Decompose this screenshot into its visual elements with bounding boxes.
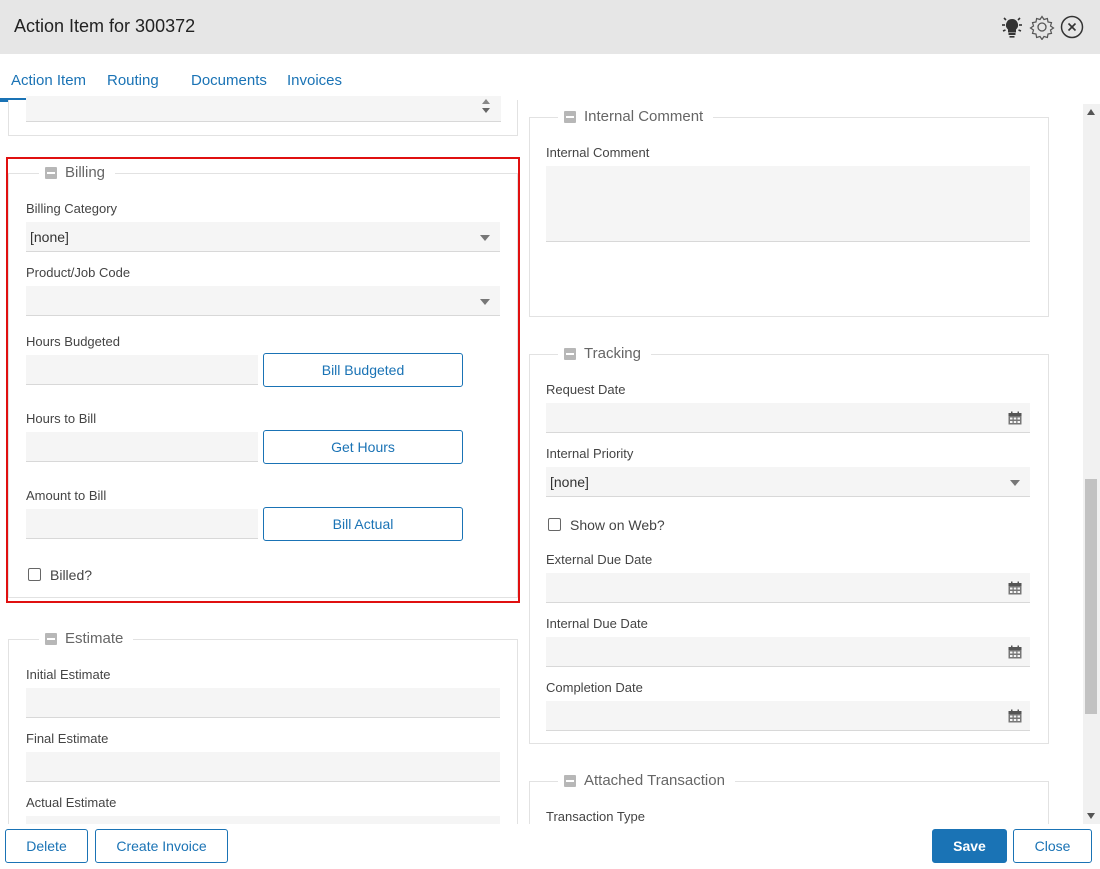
tab-invoices[interactable]: Invoices <box>287 72 342 89</box>
actual-estimate-label: Actual Estimate <box>26 795 117 810</box>
internal-priority-value: [none] <box>550 474 589 490</box>
request-date-input[interactable] <box>546 403 1030 433</box>
initial-estimate-label: Initial Estimate <box>26 667 111 682</box>
internal-comment-label: Internal Comment <box>546 145 650 160</box>
collapse-icon[interactable] <box>45 632 57 645</box>
save-button[interactable]: Save <box>932 829 1007 863</box>
vertical-scrollbar[interactable] <box>1083 104 1100 824</box>
billing-highlight-box <box>6 157 520 603</box>
internal-priority-select[interactable]: [none] <box>546 467 1030 497</box>
internal-due-date-label: Internal Due Date <box>546 616 648 631</box>
completion-date-label: Completion Date <box>546 680 643 695</box>
internal-comment-legend[interactable]: Internal Comment <box>558 108 714 125</box>
tab-documents[interactable]: Documents <box>191 72 267 89</box>
calendar-icon[interactable] <box>1008 581 1022 595</box>
scroll-down-icon[interactable] <box>1087 813 1095 819</box>
show-on-web-checkbox[interactable] <box>548 518 561 531</box>
collapse-icon[interactable] <box>564 774 576 787</box>
transaction-type-label: Transaction Type <box>546 809 645 824</box>
show-on-web-label: Show on Web? <box>570 517 665 533</box>
gear-icon[interactable] <box>1028 13 1056 41</box>
request-date-label: Request Date <box>546 382 626 397</box>
attached-transaction-legend[interactable]: Attached Transaction <box>558 772 735 789</box>
estimate-legend[interactable]: Estimate <box>39 630 134 647</box>
initial-estimate-input[interactable] <box>26 688 500 718</box>
external-due-date-input[interactable] <box>546 573 1030 603</box>
collapse-icon[interactable] <box>564 347 576 360</box>
previous-section-panel <box>8 96 518 136</box>
close-icon[interactable] <box>1058 13 1086 41</box>
delete-button[interactable]: Delete <box>5 829 88 863</box>
tab-action-item[interactable]: Action Item <box>11 72 86 89</box>
chevron-down-icon <box>1010 480 1020 486</box>
calendar-icon[interactable] <box>1008 411 1022 425</box>
previous-select[interactable] <box>26 96 501 122</box>
close-button[interactable]: Close <box>1013 829 1092 863</box>
scrollbar-thumb[interactable] <box>1085 479 1097 714</box>
tracking-legend[interactable]: Tracking <box>558 345 651 362</box>
collapse-icon[interactable] <box>564 110 576 123</box>
spinner-icon <box>482 99 490 113</box>
calendar-icon[interactable] <box>1008 709 1022 723</box>
lightbulb-icon[interactable] <box>998 13 1026 41</box>
tab-routing[interactable]: Routing <box>107 72 159 89</box>
final-estimate-input[interactable] <box>26 752 500 782</box>
create-invoice-button[interactable]: Create Invoice <box>95 829 228 863</box>
calendar-icon[interactable] <box>1008 645 1022 659</box>
internal-due-date-input[interactable] <box>546 637 1030 667</box>
completion-date-input[interactable] <box>546 701 1030 731</box>
footer-bar: Delete Create Invoice Save Close <box>0 824 1100 869</box>
title-bar: Action Item for 300372 <box>0 0 1100 54</box>
internal-priority-label: Internal Priority <box>546 446 634 461</box>
internal-comment-textarea[interactable] <box>546 166 1030 242</box>
window-title: Action Item for 300372 <box>14 16 196 36</box>
scroll-up-icon[interactable] <box>1087 109 1095 115</box>
final-estimate-label: Final Estimate <box>26 731 109 746</box>
external-due-date-label: External Due Date <box>546 552 653 567</box>
